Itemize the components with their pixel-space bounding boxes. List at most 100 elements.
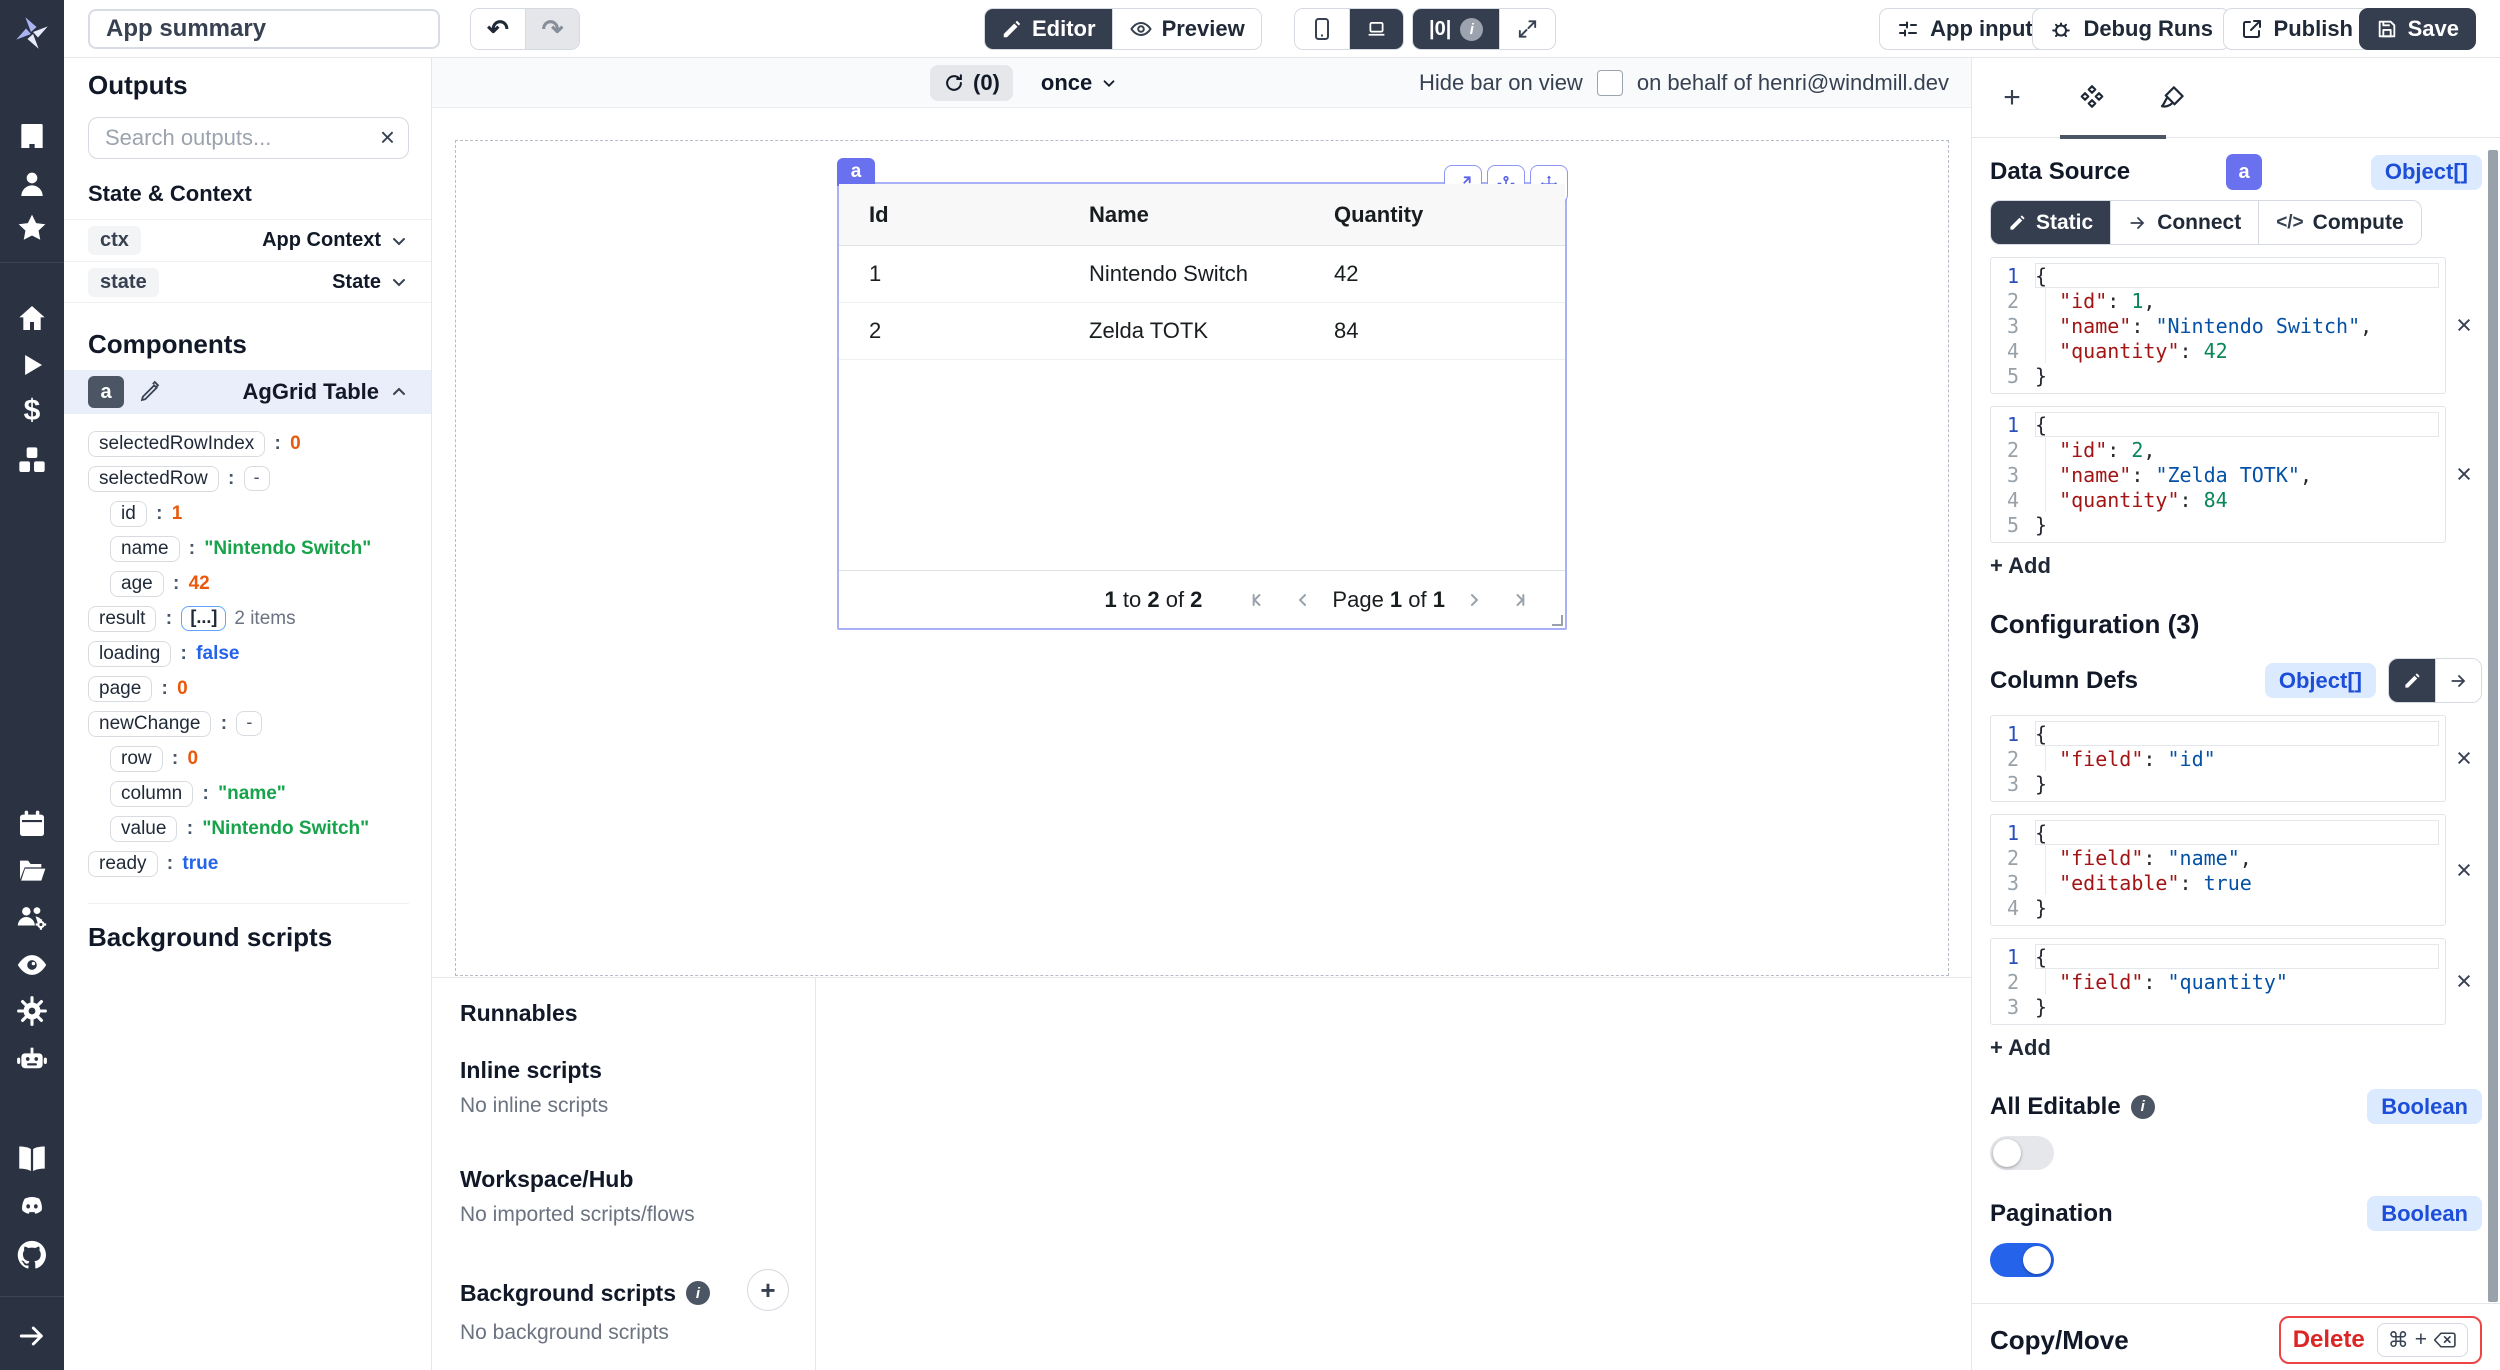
debug-runs-button[interactable]: Debug Runs: [2032, 8, 2230, 50]
output-key-chip[interactable]: row: [110, 746, 163, 772]
chevron-up-icon[interactable]: [389, 382, 409, 402]
rail-github-button[interactable]: [0, 1238, 64, 1272]
rail-resources-button[interactable]: [0, 444, 64, 476]
pagination-toggle[interactable]: [1990, 1243, 2054, 1277]
rail-collapse-button[interactable]: [0, 1320, 64, 1352]
rail-ai-button[interactable]: [0, 1042, 64, 1076]
remove-item-icon[interactable]: ×: [2446, 310, 2482, 341]
output-key-chip[interactable]: column: [110, 781, 193, 807]
recompute-button[interactable]: (0): [930, 65, 1013, 101]
remove-item-icon[interactable]: ×: [2446, 743, 2482, 774]
app-summary-input[interactable]: [88, 9, 440, 49]
ctx-row[interactable]: ctx App Context: [64, 219, 431, 261]
output-key-chip[interactable]: value: [110, 816, 177, 842]
rail-folders-button[interactable]: [0, 854, 64, 886]
rail-discord-button[interactable]: [0, 1190, 64, 1224]
output-key-chip[interactable]: selectedRow: [88, 466, 219, 492]
aggrid-table-component[interactable]: a IdNameQua: [837, 182, 1567, 630]
rail-home-button[interactable]: [0, 302, 64, 334]
rail-runs-button[interactable]: [0, 350, 64, 380]
styling-tab[interactable]: [2132, 83, 2212, 113]
rail-variables-button[interactable]: $: [0, 396, 64, 426]
compute-tab[interactable]: </> Compute: [2258, 201, 2420, 244]
line-content: "quantity": 42: [2035, 338, 2439, 363]
pencil-icon[interactable]: [138, 380, 162, 404]
dollar-icon: $: [24, 396, 41, 426]
save-button[interactable]: Save: [2359, 8, 2476, 50]
output-key-chip[interactable]: id: [110, 501, 147, 527]
desktop-view-button[interactable]: [1349, 9, 1403, 49]
first-page-button[interactable]: [1240, 583, 1274, 617]
line-content: }: [2035, 512, 2439, 537]
rail-user-button[interactable]: [0, 168, 64, 200]
rail-groups-button[interactable]: [0, 900, 64, 934]
trigger-mode-select[interactable]: once: [1041, 70, 1118, 96]
output-key-chip[interactable]: newChange: [88, 711, 211, 737]
rail-favorites-button[interactable]: [0, 212, 64, 244]
fullscreen-button[interactable]: [1499, 9, 1555, 49]
table-header-cell[interactable]: Quantity: [1334, 202, 1565, 228]
add-background-script-button[interactable]: +: [747, 1269, 789, 1311]
hide-bar-checkbox[interactable]: [1597, 70, 1623, 96]
resize-handle[interactable]: [1552, 615, 1563, 626]
edit-mode-button[interactable]: [2389, 659, 2435, 702]
clear-search-icon[interactable]: ×: [380, 122, 395, 153]
column-def-code-editor[interactable]: 1{2 "field": "quantity"3}: [1990, 938, 2446, 1025]
prev-page-button[interactable]: [1286, 583, 1320, 617]
state-row[interactable]: state State: [64, 261, 431, 303]
remove-item-icon[interactable]: ×: [2446, 459, 2482, 490]
table-header-cell[interactable]: Name: [1089, 202, 1334, 228]
rail-schedules-button[interactable]: [0, 808, 64, 840]
data-source-code-editor[interactable]: 1{2 "id": 2,3 "name": "Zelda TOTK",4 "qu…: [1990, 406, 2446, 543]
next-page-button[interactable]: [1457, 583, 1491, 617]
add-column-def-button[interactable]: + Add: [1990, 1035, 2051, 1061]
code-token: "id": [2167, 747, 2215, 771]
output-key-chip[interactable]: name: [110, 536, 180, 562]
rail-docs-button[interactable]: [0, 1142, 64, 1176]
data-source-code-editor[interactable]: 1{2 "id": 1,3 "name": "Nintendo Switch",…: [1990, 257, 2446, 394]
output-key-chip[interactable]: page: [88, 676, 152, 702]
pagination-token: 2: [1147, 587, 1159, 612]
component-tag[interactable]: a: [837, 158, 875, 186]
add-data-source-item-button[interactable]: + Add: [1990, 553, 2051, 579]
table-header-cell[interactable]: Id: [839, 202, 1089, 228]
last-page-button[interactable]: [1503, 583, 1537, 617]
insert-component-tab[interactable]: +: [1972, 81, 2052, 115]
remove-item-icon[interactable]: ×: [2446, 855, 2482, 886]
outputs-counter-button[interactable]: |0| i: [1413, 9, 1499, 49]
delete-component-button[interactable]: Delete ⌘ +: [2279, 1316, 2482, 1364]
column-def-code-editor[interactable]: 1{2 "field": "name",3 "editable": true4}: [1990, 814, 2446, 926]
search-outputs-input[interactable]: [88, 117, 409, 159]
app-canvas[interactable]: a IdNameQua: [432, 108, 1971, 977]
component-list-item[interactable]: a AgGrid Table: [64, 370, 431, 414]
table-row[interactable]: 2Zelda TOTK84: [839, 303, 1565, 360]
connect-mode-button[interactable]: [2435, 659, 2481, 702]
panel-scrollbar[interactable]: [2488, 150, 2498, 1302]
column-def-code-editor[interactable]: 1{2 "field": "id"3}: [1990, 715, 2446, 802]
key-value-separator: :: [158, 853, 183, 875]
data-source-mode-tabs: Static Connect </> Compute: [1990, 200, 2422, 245]
output-key-chip[interactable]: ready: [88, 851, 158, 877]
redo-button[interactable]: ↷: [525, 9, 579, 49]
editor-tab[interactable]: Editor: [985, 9, 1112, 49]
publish-button[interactable]: Publish: [2223, 8, 2370, 50]
all-editable-toggle[interactable]: [1990, 1136, 2054, 1170]
preview-tab[interactable]: Preview: [1112, 9, 1261, 49]
rail-settings-button[interactable]: [0, 994, 64, 1028]
windmill-logo[interactable]: [0, 12, 64, 54]
output-key-chip[interactable]: loading: [88, 641, 171, 667]
component-id-badge: a: [2226, 154, 2262, 190]
output-key-chip[interactable]: age: [110, 571, 164, 597]
undo-button[interactable]: ↶: [471, 9, 525, 49]
rail-audit-button[interactable]: [0, 948, 64, 982]
table-row[interactable]: 1Nintendo Switch42: [839, 246, 1565, 303]
output-key-chip[interactable]: selectedRowIndex: [88, 431, 265, 457]
static-tab[interactable]: Static: [1991, 201, 2110, 244]
rail-workspace-button[interactable]: [0, 120, 64, 152]
component-settings-tab[interactable]: [2052, 83, 2132, 113]
connect-tab[interactable]: Connect: [2110, 201, 2258, 244]
output-key-chip[interactable]: result: [88, 606, 156, 632]
output-value-array[interactable]: [...]: [181, 606, 226, 631]
remove-item-icon[interactable]: ×: [2446, 966, 2482, 997]
mobile-view-button[interactable]: [1295, 9, 1349, 49]
